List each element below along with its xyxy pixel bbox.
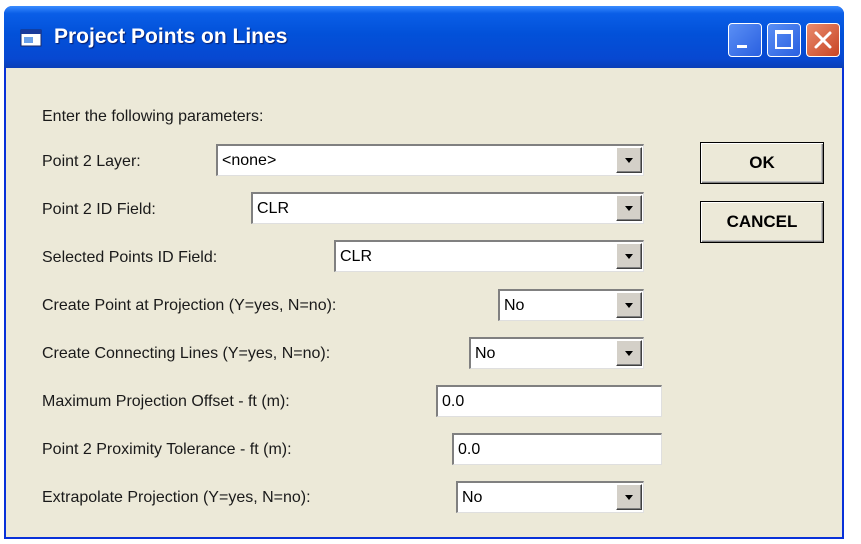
- extrapolate-dropdown-button[interactable]: [616, 484, 642, 510]
- chevron-down-icon: [625, 254, 633, 259]
- connecting-lines-value: No: [475, 345, 496, 362]
- extrapolate-label: Extrapolate Projection (Y=yes, N=no):: [42, 489, 311, 506]
- dialog-content: Enter the following parameters: Point 2 …: [6, 68, 842, 537]
- point2-id-field-value: CLR: [257, 200, 290, 217]
- chevron-down-icon: [625, 206, 633, 211]
- extrapolate-dropdown[interactable]: No: [456, 481, 644, 513]
- extrapolate-value: No: [462, 489, 483, 506]
- selected-points-id-label: Selected Points ID Field:: [42, 249, 218, 266]
- selected-points-id-dropdown[interactable]: CLR: [334, 240, 644, 272]
- selected-points-id-dropdown-button[interactable]: [616, 243, 642, 269]
- close-icon: [814, 31, 832, 49]
- close-button[interactable]: [806, 23, 840, 57]
- chevron-down-icon: [625, 158, 633, 163]
- max-offset-label: Maximum Projection Offset - ft (m):: [42, 393, 290, 410]
- point2-id-field-label: Point 2 ID Field:: [42, 201, 156, 218]
- maximize-button[interactable]: [767, 23, 801, 57]
- create-point-dropdown-button[interactable]: [616, 292, 642, 318]
- connecting-lines-label: Create Connecting Lines (Y=yes, N=no):: [42, 345, 331, 362]
- max-offset-input[interactable]: 0.0: [436, 385, 662, 417]
- max-offset-value: 0.0: [442, 393, 465, 410]
- minimize-icon: [737, 45, 747, 48]
- create-point-value: No: [504, 297, 525, 314]
- chevron-down-icon: [625, 495, 633, 500]
- connecting-lines-dropdown-button[interactable]: [616, 340, 642, 366]
- create-point-label: Create Point at Projection (Y=yes, N=no)…: [42, 297, 337, 314]
- point2-id-field-dropdown-button[interactable]: [616, 195, 642, 221]
- point2-layer-dropdown[interactable]: <none>: [216, 144, 644, 176]
- ok-button[interactable]: OK: [700, 142, 824, 184]
- point2-layer-label: Point 2 Layer:: [42, 153, 141, 170]
- chevron-down-icon: [625, 351, 633, 356]
- dialog-window: Project Points on Lines Enter the follow…: [4, 6, 844, 539]
- point2-layer-dropdown-button[interactable]: [616, 147, 642, 173]
- connecting-lines-dropdown[interactable]: No: [469, 337, 644, 369]
- minimize-button[interactable]: [728, 23, 762, 57]
- window-app-icon: [20, 29, 42, 47]
- cancel-button[interactable]: CANCEL: [700, 201, 824, 243]
- proximity-tolerance-value: 0.0: [458, 441, 481, 458]
- window-title: Project Points on Lines: [54, 25, 288, 48]
- chevron-down-icon: [625, 303, 633, 308]
- proximity-tolerance-input[interactable]: 0.0: [452, 433, 662, 465]
- intro-label: Enter the following parameters:: [42, 108, 264, 125]
- title-bar[interactable]: Project Points on Lines: [4, 6, 844, 68]
- proximity-tolerance-label: Point 2 Proximity Tolerance - ft (m):: [42, 441, 292, 458]
- maximize-icon: [775, 30, 793, 49]
- point2-id-field-dropdown[interactable]: CLR: [251, 192, 644, 224]
- create-point-dropdown[interactable]: No: [498, 289, 644, 321]
- point2-layer-value: <none>: [222, 152, 277, 169]
- selected-points-id-value: CLR: [340, 248, 373, 265]
